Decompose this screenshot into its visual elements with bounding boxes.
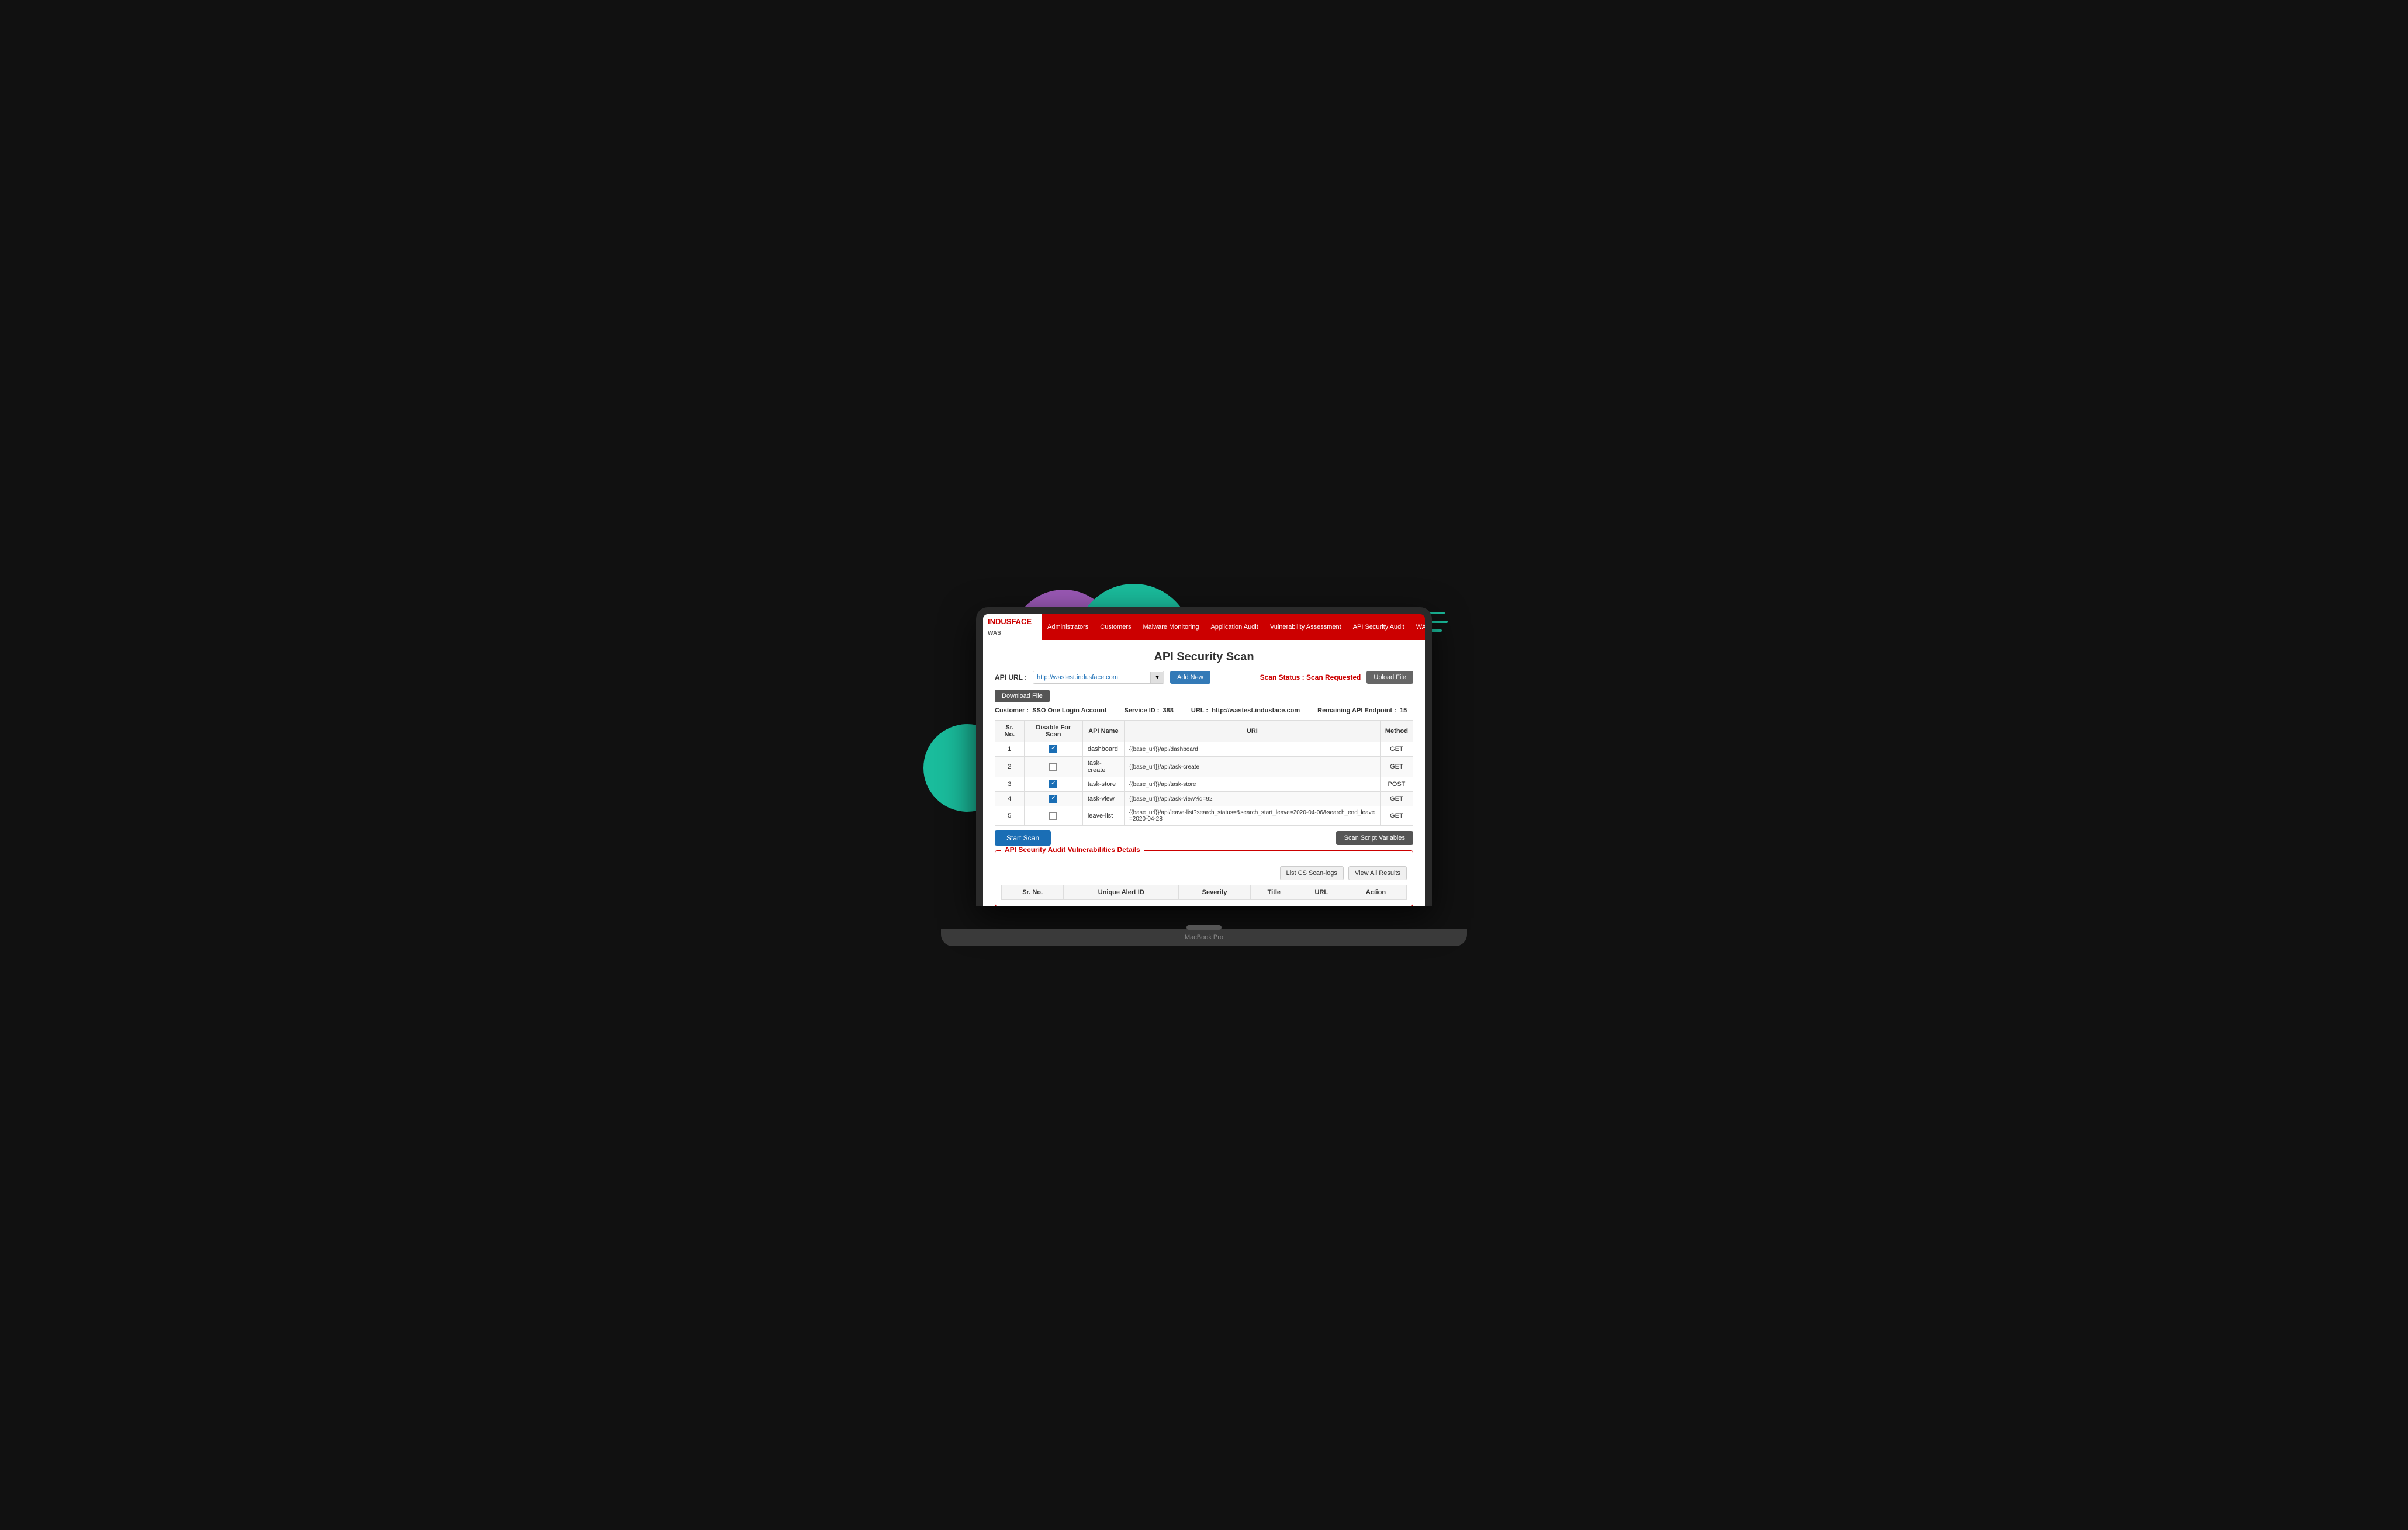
url-label: URL :	[1191, 707, 1208, 714]
nav-item-malware[interactable]: Malware Monitoring	[1137, 620, 1205, 634]
disable-scan-checkbox[interactable]	[1049, 795, 1057, 803]
api-url-bar: API URL : ▼ Add New Scan Status : Scan R…	[995, 671, 1413, 702]
remaining-value: 15	[1400, 707, 1407, 714]
vuln-section-body: List CS Scan-logs View All Results Sr. N…	[995, 851, 1413, 906]
add-new-button[interactable]: Add New	[1170, 671, 1210, 684]
nav-menu: Administrators Customers Malware Monitor…	[1042, 620, 1425, 634]
cell-checkbox[interactable]	[1024, 806, 1082, 826]
cell-method: GET	[1380, 742, 1413, 757]
vuln-col-url: URL	[1298, 885, 1345, 900]
vuln-col-alert-id: Unique Alert ID	[1064, 885, 1179, 900]
laptop-frame: INDUSFACE WAS Administrators Customers M…	[976, 607, 1432, 906]
page-title: API Security Scan	[995, 650, 1413, 664]
disable-scan-checkbox[interactable]	[1049, 780, 1057, 788]
upload-file-button[interactable]: Upload File	[1366, 671, 1413, 684]
col-uri: URI	[1124, 721, 1380, 742]
url-field: URL : http://wastest.indusface.com	[1191, 707, 1300, 714]
laptop-notch	[1186, 925, 1222, 930]
cell-api-name: leave-list	[1082, 806, 1124, 826]
url-value: http://wastest.indusface.com	[1212, 707, 1300, 714]
cell-method: GET	[1380, 757, 1413, 777]
vuln-table: Sr. No. Unique Alert ID Severity Title U…	[1001, 885, 1407, 900]
cell-sr: 1	[995, 742, 1025, 757]
cell-checkbox[interactable]	[1024, 742, 1082, 757]
laptop-base	[941, 929, 1467, 946]
col-method: Method	[1380, 721, 1413, 742]
nav-item-was-premium[interactable]: WAS Premium	[1410, 620, 1425, 634]
cell-sr: 2	[995, 757, 1025, 777]
nav-item-administrators[interactable]: Administrators	[1042, 620, 1094, 634]
table-row: 3 task-store{{base_url}}/api/task-storePO…	[995, 777, 1413, 792]
scan-script-button[interactable]: Scan Script Variables	[1336, 831, 1413, 845]
vuln-col-action: Action	[1345, 885, 1406, 900]
table-row: 1 dashboard{{base_url}}/api/dashboardGET	[995, 742, 1413, 757]
logo-text: INDUSFACE	[988, 617, 1032, 626]
api-table: Sr. No. Disable For Scan API Name URI Me…	[995, 720, 1413, 826]
cell-checkbox[interactable]	[1024, 777, 1082, 792]
cell-uri: {{base_url}}/api/task-store	[1124, 777, 1380, 792]
api-url-label: API URL :	[995, 673, 1027, 681]
vuln-header-buttons: List CS Scan-logs View All Results	[1001, 863, 1407, 880]
view-all-results-button[interactable]: View All Results	[1348, 866, 1407, 880]
logo-sub: WAS	[988, 630, 1001, 636]
service-id-value: 388	[1163, 707, 1174, 714]
api-url-select[interactable]: ▼	[1033, 671, 1164, 684]
download-file-button[interactable]: Download File	[995, 690, 1050, 702]
cell-uri: {{base_url}}/api/leave-list?search_statu…	[1124, 806, 1380, 826]
cell-checkbox[interactable]	[1024, 757, 1082, 777]
start-scan-button[interactable]: Start Scan	[995, 830, 1051, 846]
cell-method: GET	[1380, 792, 1413, 806]
cell-checkbox[interactable]	[1024, 792, 1082, 806]
nav-item-customers[interactable]: Customers	[1094, 620, 1137, 634]
vuln-col-title: Title	[1250, 885, 1298, 900]
table-row: 5 leave-list{{base_url}}/api/leave-list?s…	[995, 806, 1413, 826]
nav-item-vuln[interactable]: Vulnerability Assessment	[1264, 620, 1347, 634]
main-content: API Security Scan API URL : ▼ Add New Sc…	[983, 640, 1425, 906]
cell-method: GET	[1380, 806, 1413, 826]
disable-scan-checkbox[interactable]	[1049, 763, 1057, 771]
vuln-section-title: API Security Audit Vulnerabilities Detai…	[1001, 846, 1144, 854]
nav-logo: INDUSFACE WAS	[983, 614, 1042, 640]
cell-api-name: task-store	[1082, 777, 1124, 792]
action-buttons-bar: Start Scan Scan Script Variables	[995, 830, 1413, 846]
cell-api-name: dashboard	[1082, 742, 1124, 757]
cell-uri: {{base_url}}/api/dashboard	[1124, 742, 1380, 757]
disable-scan-checkbox[interactable]	[1049, 745, 1057, 753]
cell-sr: 4	[995, 792, 1025, 806]
table-row: 4 task-view{{base_url}}/api/task-view?id=…	[995, 792, 1413, 806]
disable-scan-checkbox[interactable]	[1049, 812, 1057, 820]
col-api-name: API Name	[1082, 721, 1124, 742]
list-cs-logs-button[interactable]: List CS Scan-logs	[1280, 866, 1344, 880]
cell-sr: 5	[995, 806, 1025, 826]
customer-field: Customer : SSO One Login Account	[995, 707, 1107, 714]
scan-status: Scan Status : Scan Requested	[1260, 673, 1361, 681]
service-id-field: Service ID : 388	[1125, 707, 1174, 714]
service-id-label: Service ID :	[1125, 707, 1160, 714]
remaining-field: Remaining API Endpoint : 15	[1317, 707, 1407, 714]
col-disable: Disable For Scan	[1024, 721, 1082, 742]
customer-label: Customer :	[995, 707, 1029, 714]
api-url-dropdown-btn[interactable]: ▼	[1150, 672, 1164, 683]
cell-api-name: task-view	[1082, 792, 1124, 806]
col-sr: Sr. No.	[995, 721, 1025, 742]
laptop-screen: INDUSFACE WAS Administrators Customers M…	[983, 614, 1425, 906]
cell-uri: {{base_url}}/api/task-view?id=92	[1124, 792, 1380, 806]
cell-uri: {{base_url}}/api/task-create	[1124, 757, 1380, 777]
cell-api-name: task-create	[1082, 757, 1124, 777]
customer-info: Customer : SSO One Login Account Service…	[995, 707, 1413, 714]
vuln-section: API Security Audit Vulnerabilities Detai…	[995, 850, 1413, 906]
vuln-col-severity: Severity	[1179, 885, 1251, 900]
cell-sr: 3	[995, 777, 1025, 792]
nav-item-api-audit[interactable]: API Security Audit	[1347, 620, 1410, 634]
nav-item-app-audit[interactable]: Application Audit	[1205, 620, 1264, 634]
vuln-col-sr: Sr. No.	[1002, 885, 1064, 900]
cell-method: POST	[1380, 777, 1413, 792]
table-row: 2 task-create{{base_url}}/api/task-create…	[995, 757, 1413, 777]
api-url-input[interactable]	[1033, 671, 1150, 683]
navbar: INDUSFACE WAS Administrators Customers M…	[983, 614, 1425, 640]
customer-value: SSO One Login Account	[1032, 707, 1106, 714]
remaining-label: Remaining API Endpoint :	[1317, 707, 1396, 714]
